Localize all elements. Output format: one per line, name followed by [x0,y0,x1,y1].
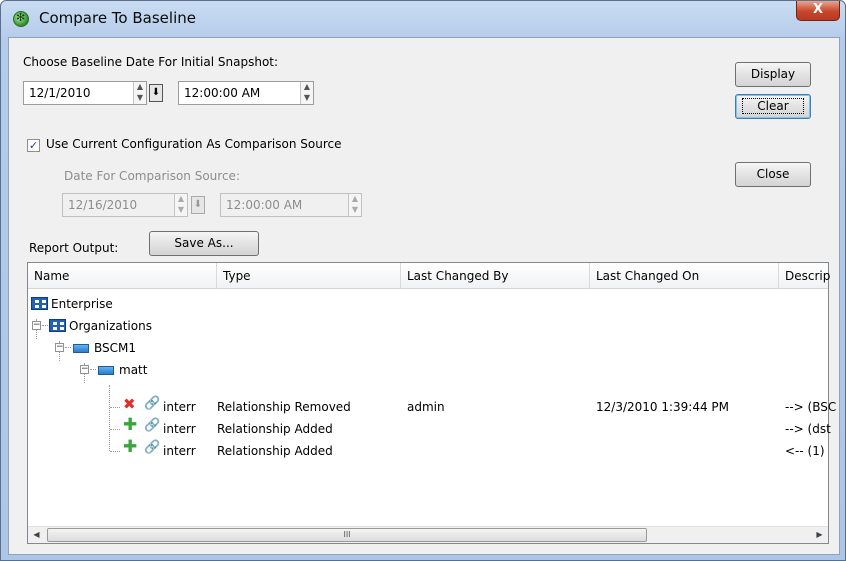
column-header-last-changed-by[interactable]: Last Changed By [401,263,590,289]
row-changed-by: admin [407,400,445,414]
close-button[interactable]: Close [735,162,811,187]
green-plus-icon: ✚ [123,437,138,457]
scrollbar-thumb[interactable]: III [47,528,647,542]
report-output-label: Report Output: [29,241,119,255]
row-type: Relationship Added [217,444,333,458]
column-header-description[interactable]: Descrip [779,263,839,289]
tree-node-label: matt [119,363,148,377]
tree-connector-line [90,369,96,370]
comparison-date-dropdown[interactable]: ⬇ [191,196,205,214]
monitor-icon [98,366,114,375]
tree-connector-line [110,407,120,408]
column-header-name[interactable]: Name [28,263,217,289]
baseline-time-field[interactable]: 12:00:00 AM [178,81,314,105]
dropdown-arrow-icon: ⬇ [151,87,161,98]
tree-connector-line [110,429,120,430]
spin-up-icon: ▲ [303,82,311,91]
green-plus-icon: ✚ [123,415,138,435]
tree-node-label: Enterprise [51,297,113,311]
display-button[interactable]: Display [735,62,811,87]
link-icon: 🔗 [144,440,161,455]
collapse-toggle-icon[interactable]: − [55,343,64,352]
spin-down-icon: ▼ [303,93,311,102]
tree-connector-line [65,347,71,348]
comparison-time-spinner[interactable]: ▲ ▼ [348,194,361,216]
red-x-icon: ✖ [123,395,136,413]
baseline-time-value: 12:00:00 AM [184,86,261,100]
tree-connector-line [109,385,110,451]
window-title: Compare To Baseline [39,9,196,27]
spin-up-icon: ▲ [351,194,359,203]
row-type: Relationship Added [217,422,333,436]
scroll-right-icon[interactable]: ▶ [811,527,828,544]
enterprise-icon [31,297,48,310]
save-as-button[interactable]: Save As... [149,231,259,256]
baseline-date-spinner[interactable]: ▲ ▼ [133,82,146,104]
scroll-left-icon[interactable]: ◀ [28,527,45,544]
column-header-last-changed-on[interactable]: Last Changed On [590,263,779,289]
scroll-grip: III [343,530,351,539]
spin-down-icon: ▼ [351,205,359,214]
tree-connector-line [110,451,120,452]
app-gear-icon [13,11,29,27]
use-current-config-checkbox[interactable]: ✓ [27,139,40,152]
comparison-time-field[interactable]: 12:00:00 AM [220,193,362,217]
clear-button[interactable]: Clear [735,94,811,119]
clear-button-label: Clear [742,98,804,114]
use-current-config-label[interactable]: Use Current Configuration As Comparison … [46,137,341,151]
row-type: Relationship Removed [217,400,351,414]
comparison-time-value: 12:00:00 AM [226,198,303,212]
tree-connector-line [42,325,48,326]
dropdown-arrow-icon: ⬇ [193,199,203,210]
tree-node-label: BSCM1 [94,341,137,355]
spin-up-icon: ▲ [177,194,185,203]
baseline-date-field[interactable]: 12/1/2010 [23,81,147,105]
link-icon: 🔗 [144,418,161,433]
comparison-date-label: Date For Comparison Source: [64,169,240,183]
tree-node-label: Organizations [69,319,152,333]
enterprise-icon [49,319,66,332]
baseline-date-dropdown[interactable]: ⬇ [149,84,163,102]
collapse-toggle-icon[interactable]: − [80,365,89,374]
baseline-date-value: 12/1/2010 [29,86,91,100]
baseline-time-spinner[interactable]: ▲ ▼ [300,82,313,104]
spin-down-icon: ▼ [177,205,185,214]
dialog-client-area: Choose Baseline Date For Initial Snapsho… [8,37,840,555]
dialog-window: Compare To Baseline X Choose Baseline Da… [0,0,846,561]
comparison-date-value: 12/16/2010 [68,198,138,212]
row-description: --> (dst [785,422,831,436]
comparison-date-spinner[interactable]: ▲ ▼ [174,194,187,216]
comparison-date-field[interactable]: 12/16/2010 [62,193,188,217]
column-header-row: Name Type Last Changed By Last Changed O… [28,263,830,289]
monitor-icon [73,344,89,353]
row-description: --> (BSC [785,400,837,414]
row-changed-on: 12/3/2010 1:39:44 PM [596,400,730,414]
checkmark-icon: ✓ [28,139,39,152]
column-header-type[interactable]: Type [217,263,401,289]
row-description: <-- (1) [785,444,825,458]
spin-up-icon: ▲ [136,82,144,91]
title-bar[interactable]: Compare To Baseline X [1,1,845,37]
spin-down-icon: ▼ [136,93,144,102]
report-tree-table[interactable]: Name Type Last Changed By Last Changed O… [27,262,836,544]
window-close-button[interactable]: X [796,1,840,21]
collapse-toggle-icon[interactable]: − [32,321,41,330]
horizontal-scrollbar[interactable]: ◀ III ▶ [28,526,828,543]
link-icon: 🔗 [144,396,161,411]
baseline-date-label: Choose Baseline Date For Initial Snapsho… [23,55,279,69]
